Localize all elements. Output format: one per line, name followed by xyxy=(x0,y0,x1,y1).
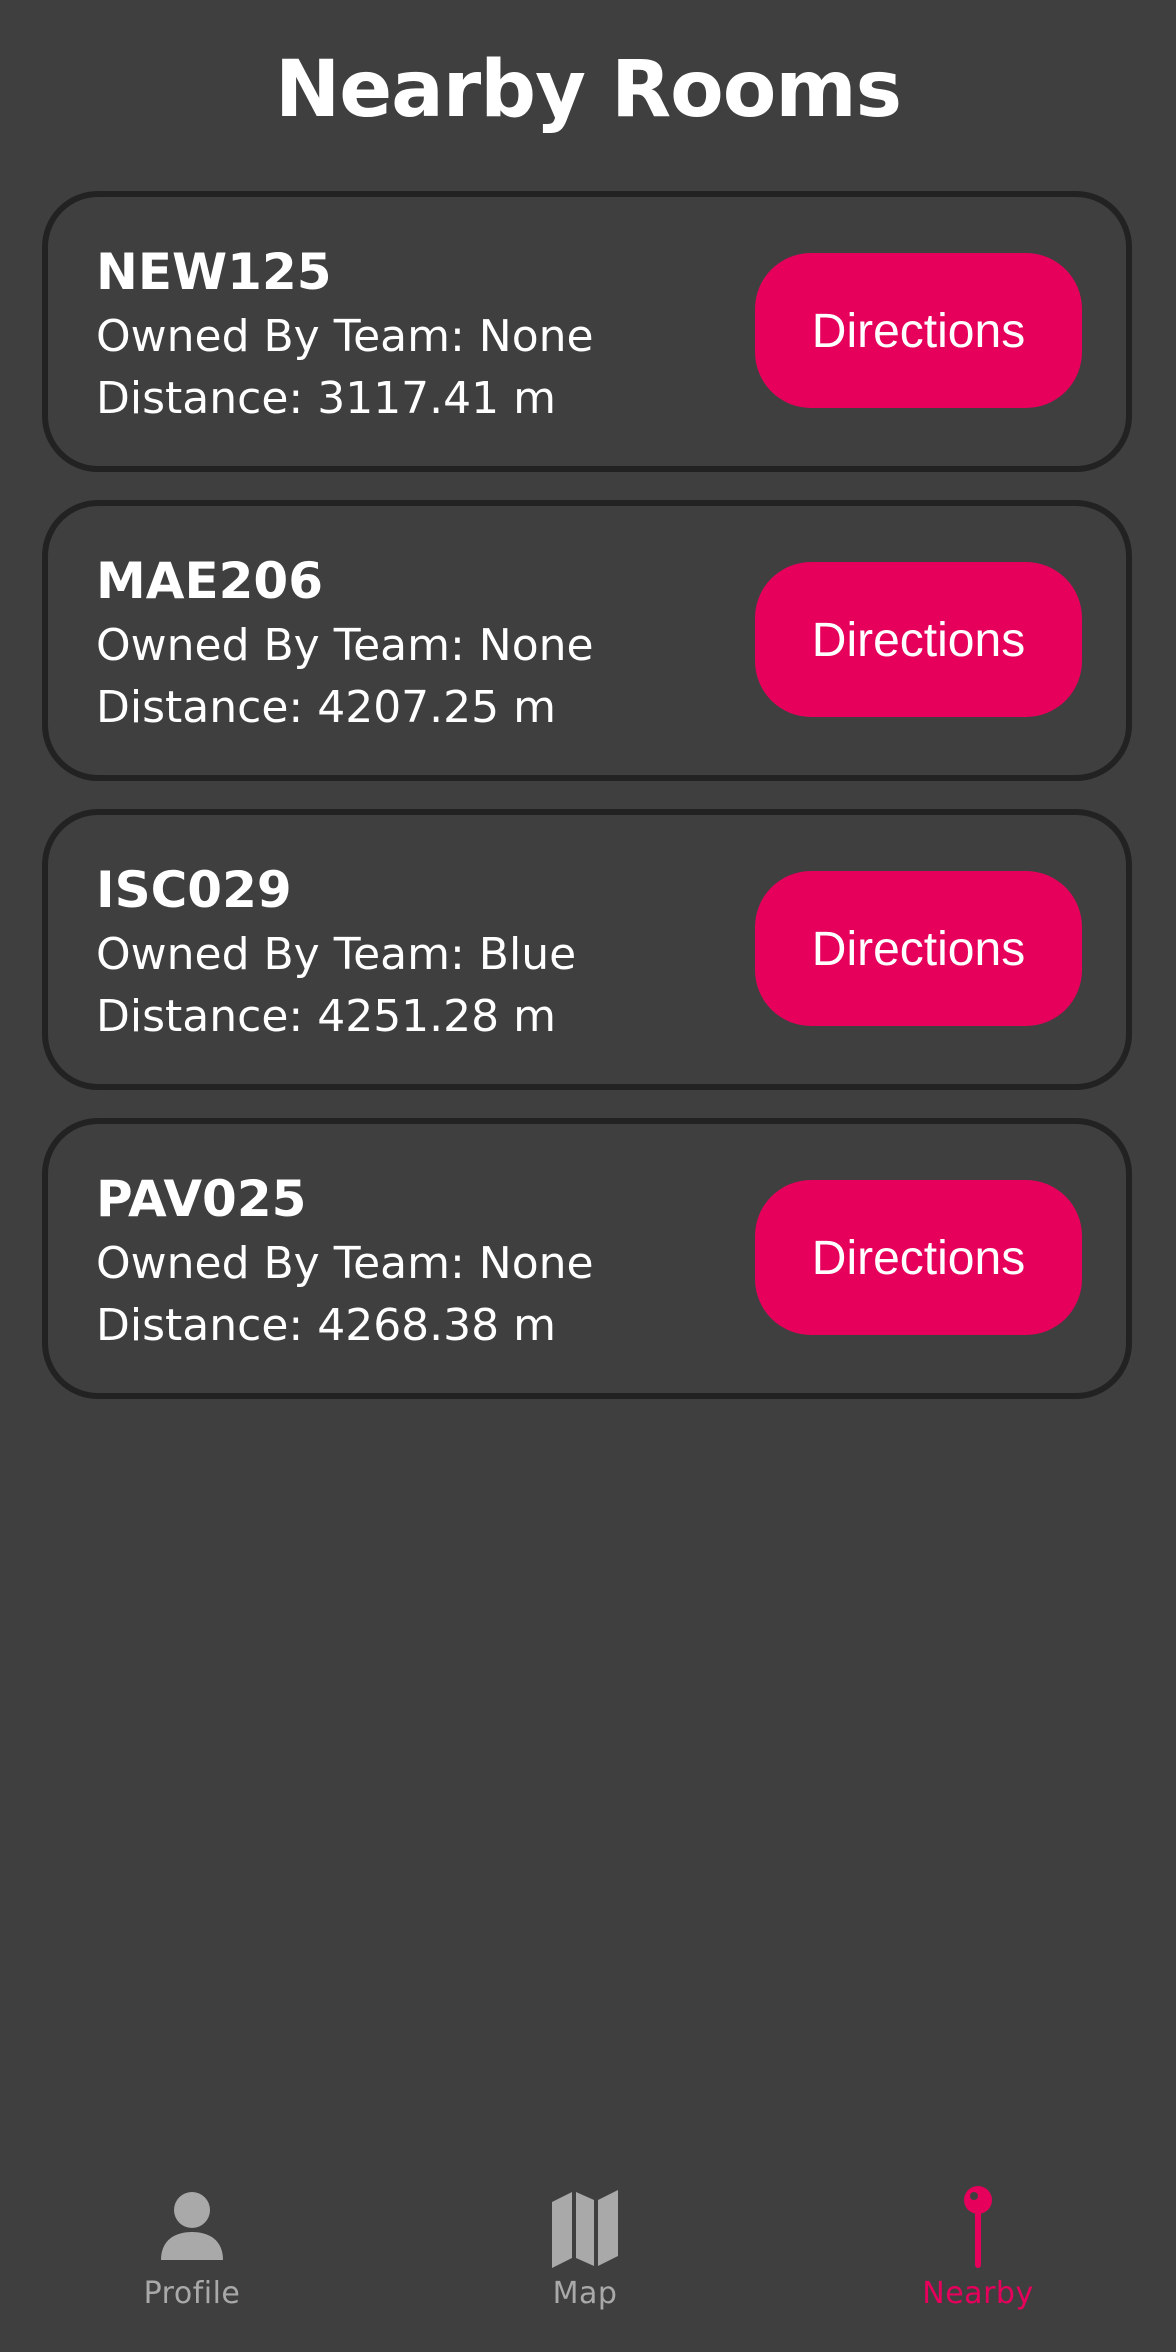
tab-label: Profile xyxy=(143,2276,241,2311)
room-distance: Distance: 4268.38 m xyxy=(96,1300,557,1351)
directions-button[interactable]: Directions xyxy=(755,253,1082,408)
pin-icon xyxy=(964,2186,992,2268)
room-name: ISC029 xyxy=(96,861,292,919)
tab-profile[interactable]: Profile xyxy=(62,2182,322,2332)
tab-label: Map xyxy=(552,2276,618,2311)
room-name: NEW125 xyxy=(96,243,332,301)
tab-bar: Profile Map Nearby xyxy=(0,2160,1176,2352)
nearby-rooms-screen: Nearby Rooms NEW125 Owned By Team: None … xyxy=(0,0,1176,2352)
directions-button[interactable]: Directions xyxy=(755,871,1082,1026)
room-name: MAE206 xyxy=(96,552,323,610)
room-card: ISC029 Owned By Team: Blue Distance: 425… xyxy=(42,809,1132,1090)
room-list: NEW125 Owned By Team: None Distance: 311… xyxy=(42,191,1132,1427)
room-card: NEW125 Owned By Team: None Distance: 311… xyxy=(42,191,1132,472)
room-distance: Distance: 4207.25 m xyxy=(96,682,557,733)
room-card: PAV025 Owned By Team: None Distance: 426… xyxy=(42,1118,1132,1399)
tab-map[interactable]: Map xyxy=(455,2182,715,2332)
directions-button[interactable]: Directions xyxy=(755,562,1082,717)
room-distance: Distance: 3117.41 m xyxy=(96,373,557,424)
room-name: PAV025 xyxy=(96,1170,307,1228)
room-owner: Owned By Team: None xyxy=(96,311,594,362)
room-card: MAE206 Owned By Team: None Distance: 420… xyxy=(42,500,1132,781)
person-icon xyxy=(161,2192,223,2260)
tab-label: Nearby xyxy=(922,2276,1034,2311)
map-icon xyxy=(552,2190,618,2268)
page-title: Nearby Rooms xyxy=(274,45,902,135)
room-owner: Owned By Team: Blue xyxy=(96,929,577,980)
directions-button[interactable]: Directions xyxy=(755,1180,1082,1335)
tab-nearby[interactable]: Nearby xyxy=(848,2182,1108,2332)
room-owner: Owned By Team: None xyxy=(96,1238,594,1289)
room-owner: Owned By Team: None xyxy=(96,620,594,671)
room-distance: Distance: 4251.28 m xyxy=(96,991,557,1042)
